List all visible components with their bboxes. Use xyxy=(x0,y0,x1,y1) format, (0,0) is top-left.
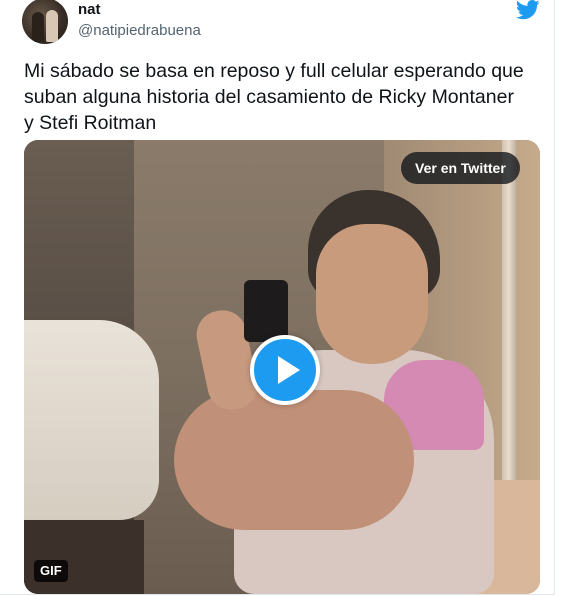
tweet-text: Mi sábado se basa en reposo y full celul… xyxy=(24,60,524,134)
media-woman-arms xyxy=(174,390,414,530)
display-name[interactable]: nat xyxy=(78,1,101,18)
avatar-figure xyxy=(46,10,58,42)
avatar[interactable] xyxy=(22,0,68,44)
view-on-twitter-button[interactable]: Ver en Twitter xyxy=(401,152,520,184)
media-pole xyxy=(502,140,516,480)
tweet-card: nat @natipiedrabuena Mi sábado se basa e… xyxy=(0,0,561,596)
avatar-figure xyxy=(32,12,44,42)
gif-badge: GIF xyxy=(34,560,68,582)
media-person-left xyxy=(24,320,159,520)
play-icon xyxy=(278,356,300,384)
twitter-bird-icon[interactable] xyxy=(515,0,541,20)
media-phone xyxy=(244,280,288,342)
play-button[interactable] xyxy=(250,335,320,405)
media-shadow xyxy=(24,520,144,594)
user-handle[interactable]: @natipiedrabuena xyxy=(78,22,201,39)
gif-media[interactable]: Ver en Twitter GIF xyxy=(24,140,540,594)
media-woman-face xyxy=(316,224,428,364)
